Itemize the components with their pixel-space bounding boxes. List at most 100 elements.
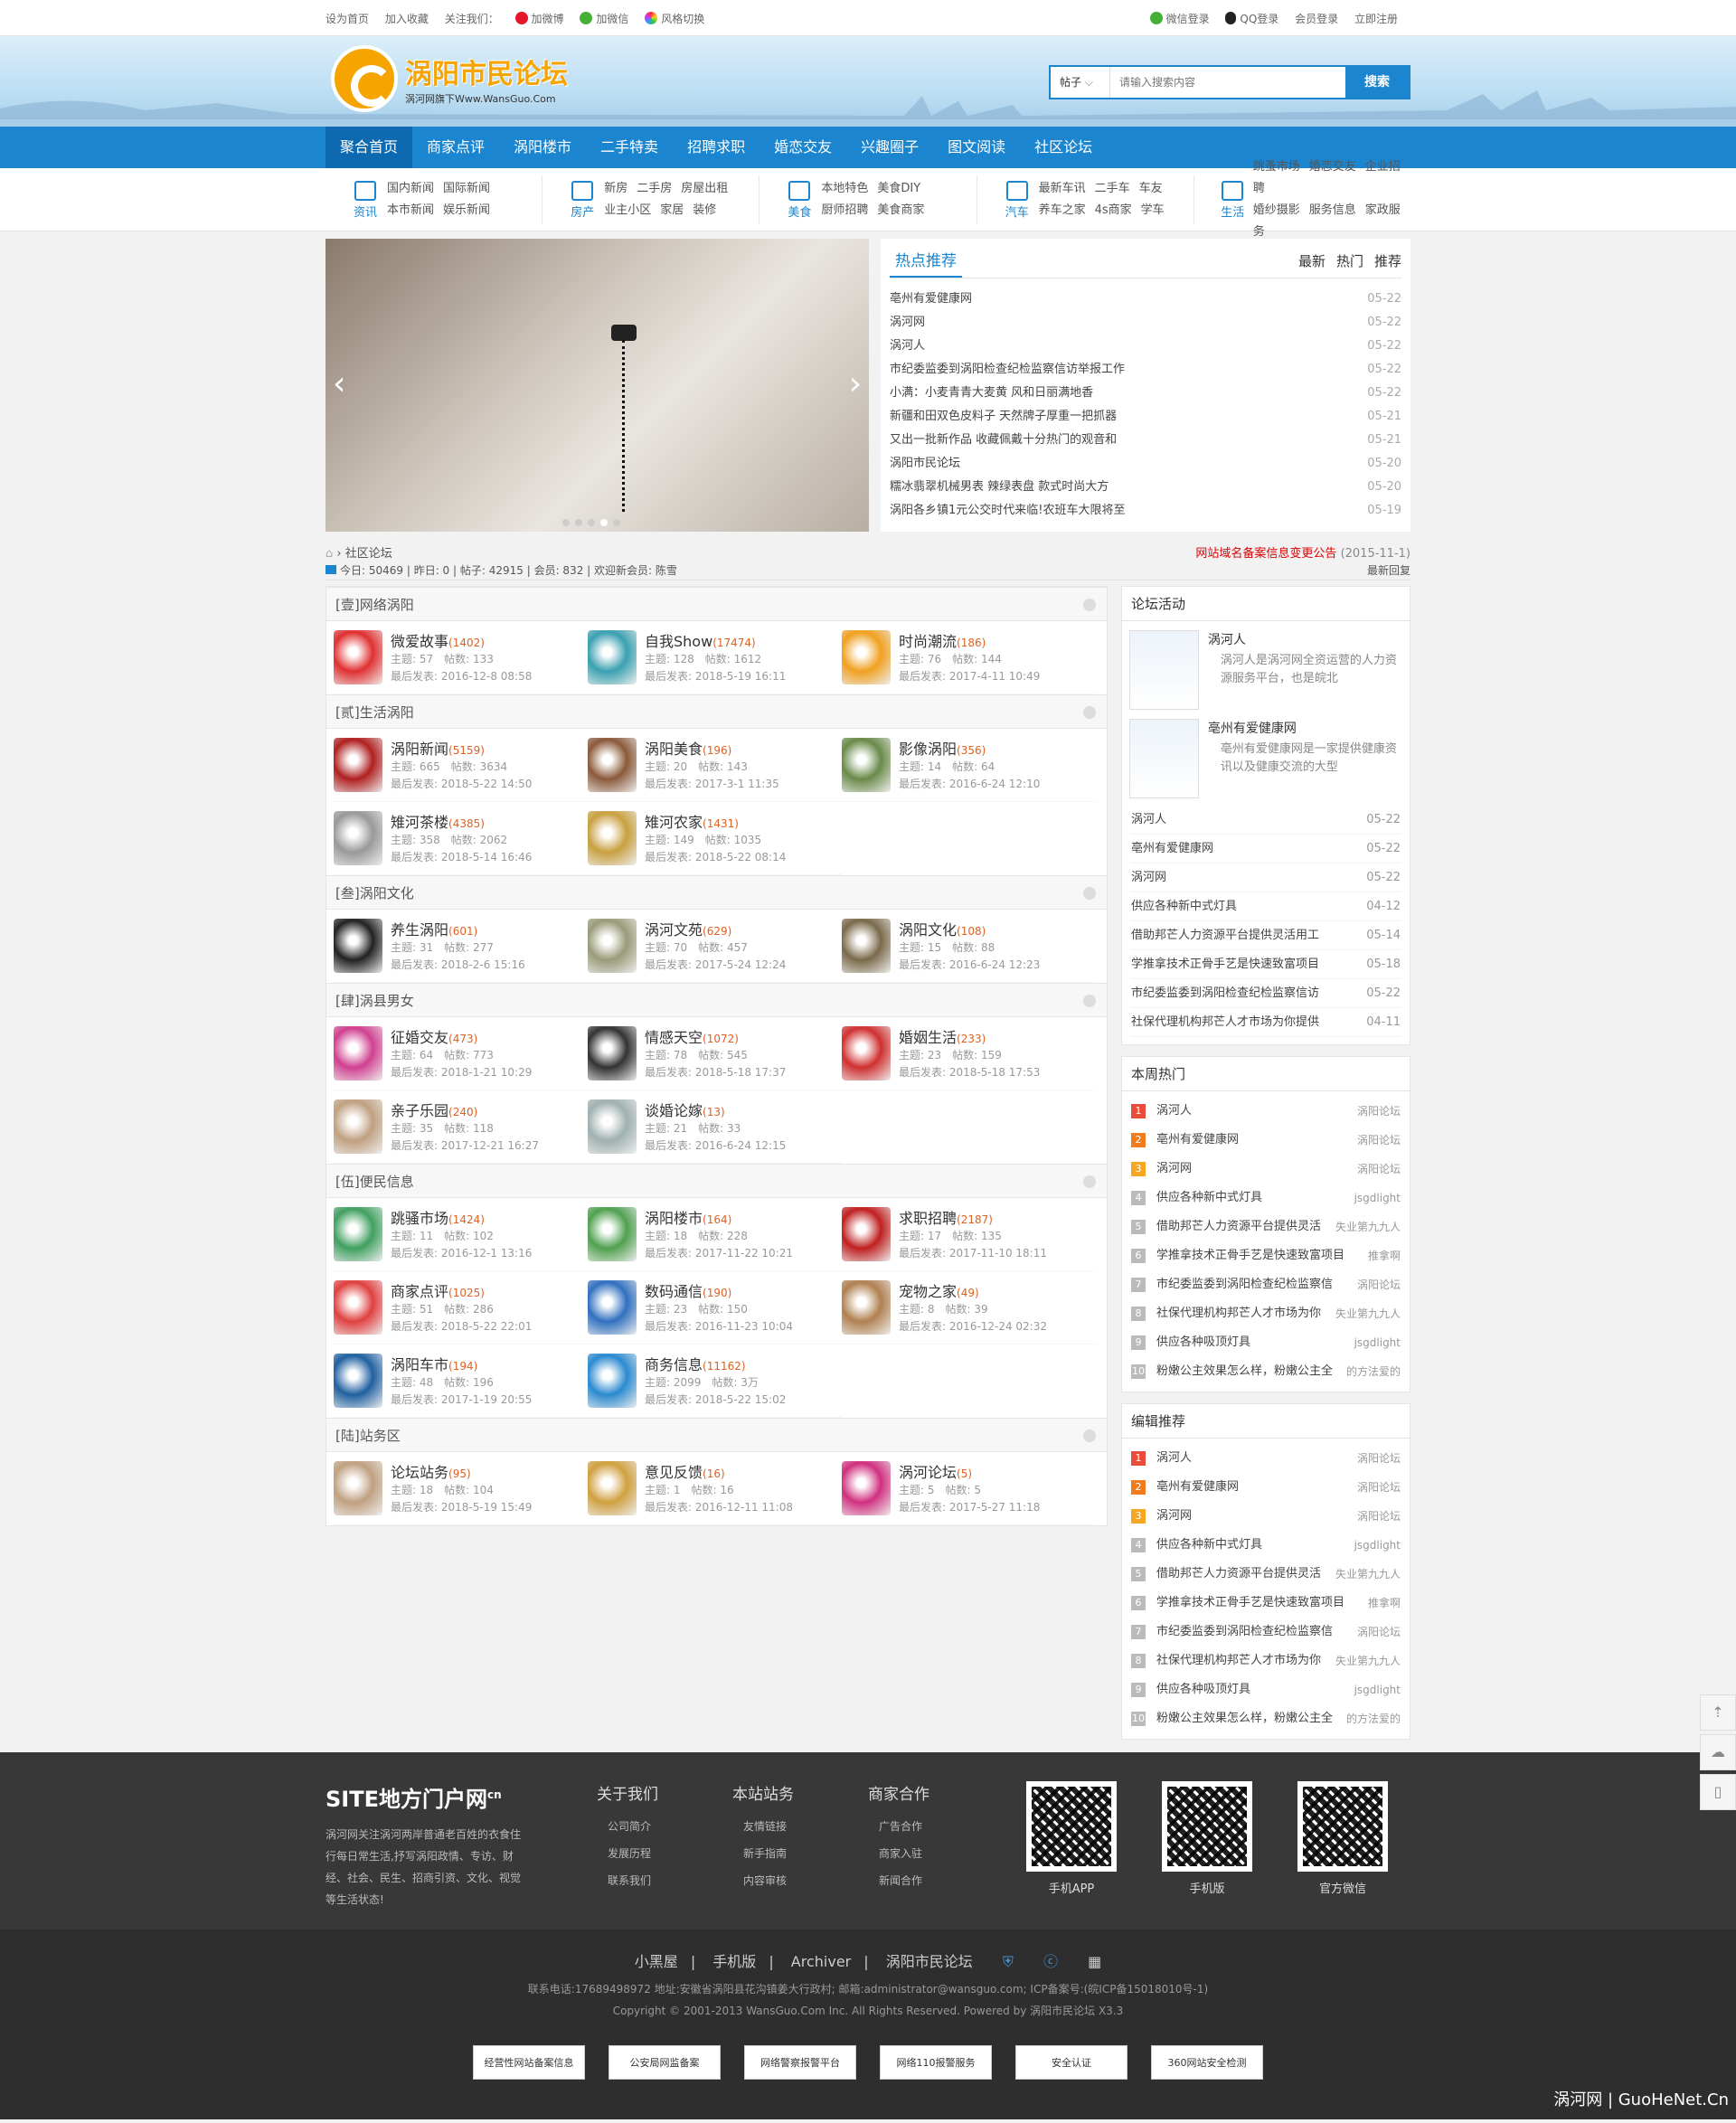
certification-badge[interactable]: 网络110报警服务 (880, 2045, 992, 2080)
forum-icon[interactable] (334, 919, 382, 973)
subnav-link[interactable]: 美食DIY (877, 182, 920, 195)
forum-icon[interactable] (334, 1026, 382, 1080)
category-header[interactable]: [肆]涡县男女 (326, 983, 1107, 1017)
subnav-link[interactable]: 业主小区 (604, 203, 651, 217)
rank-author[interactable]: jsgdlight (1354, 1184, 1401, 1212)
tab-hot[interactable]: 热门 (1336, 251, 1363, 278)
hot-item-title[interactable]: 糯冰翡翠机械男表 辣绿表盘 款式时尚大方 (890, 476, 1109, 499)
activity-list-item[interactable]: 亳州有爱健康网 05-22 (1131, 835, 1401, 863)
category-header[interactable]: [陆]站务区 (326, 1418, 1107, 1452)
forum-last-post[interactable]: 最后发表: 2018-5-19 16:11 (645, 668, 786, 685)
subnav-link[interactable]: 国际新闻 (443, 182, 490, 195)
rank-author[interactable]: jsgdlight (1354, 1531, 1401, 1560)
forum-name[interactable]: 涡阳新闻 (391, 741, 448, 758)
forum-item[interactable]: 征婚交友(473) 主题: 64 帖数: 773 最后发表: 2018-1-21 1… (334, 1017, 588, 1090)
activity-list-title[interactable]: 涡河人 (1131, 806, 1166, 834)
rank-author[interactable]: 涡阳论坛 (1357, 1270, 1401, 1299)
forum-icon[interactable] (588, 1099, 637, 1154)
hot-item-title[interactable]: 亳州有爱健康网 (890, 288, 972, 311)
bottom-link-mobile[interactable]: 手机版 (712, 1953, 756, 1970)
rank-title[interactable]: 涡河人 (1156, 1097, 1354, 1126)
rank-title[interactable]: 粉嫩公主效果怎么样，粉嫩公主全 (1156, 1704, 1343, 1733)
subnav-link[interactable]: 4s商家 (1095, 203, 1132, 217)
rank-title[interactable]: 涡河人 (1156, 1444, 1354, 1473)
forum-last-post[interactable]: 最后发表: 2018-5-22 22:01 (391, 1318, 532, 1335)
forum-name[interactable]: 求职招聘 (899, 1210, 957, 1227)
forum-icon[interactable] (842, 1461, 891, 1515)
forum-name[interactable]: 涡阳美食 (645, 741, 703, 758)
nav-item-home[interactable]: 聚合首页 (326, 127, 413, 168)
forum-name[interactable]: 涡河文苑 (645, 921, 703, 939)
forum-item[interactable]: 涡河论坛(5) 主题: 5 帖数: 5 最后发表: 2017-5-27 11:18 (842, 1452, 1096, 1525)
hot-list-item[interactable]: 糯冰翡翠机械男表 辣绿表盘 款式时尚大方 05-20 (890, 476, 1401, 499)
footer-link[interactable]: 新手指南 (732, 1840, 868, 1867)
forum-last-post[interactable]: 最后发表: 2017-12-21 16:27 (391, 1137, 539, 1155)
forum-last-post[interactable]: 最后发表: 2018-5-18 17:37 (645, 1064, 786, 1081)
footer-link[interactable]: 公司简介 (597, 1813, 732, 1840)
forum-icon[interactable] (334, 1099, 382, 1154)
forum-name[interactable]: 雉河农家 (645, 814, 703, 831)
forum-item[interactable]: 跳骚市场(1424) 主题: 11 帖数: 102 最后发表: 2016-12-1 … (334, 1198, 588, 1271)
subnav-link[interactable]: 本市新闻 (387, 203, 434, 217)
back-to-top-icon[interactable]: ⇡ (1700, 1694, 1736, 1731)
bottom-link-blacklist[interactable]: 小黑屋 (635, 1953, 678, 1970)
rank-title[interactable]: 供应各种吸顶灯具 (1156, 1328, 1351, 1357)
hot-list-item[interactable]: 又出一批新作品 收藏佩戴十分热门的观音和 05-21 (890, 429, 1401, 452)
rank-author[interactable]: 涡阳论坛 (1357, 1473, 1401, 1502)
forum-name[interactable]: 时尚潮流 (899, 633, 957, 650)
rank-item[interactable]: 8 社保代理机构邦芒人才市场为你 失业第九九人 (1131, 1299, 1401, 1328)
activity-list-item[interactable]: 涡河人 05-22 (1131, 806, 1401, 835)
forum-name[interactable]: 论坛站务 (391, 1464, 448, 1481)
forum-last-post[interactable]: 最后发表: 2017-5-27 11:18 (899, 1499, 1040, 1516)
certification-badge[interactable]: 经营性网站备案信息 (473, 2045, 585, 2080)
forum-item[interactable]: 雉河农家(1431) 主题: 149 帖数: 1035 最后发表: 2018-5-2… (588, 802, 842, 875)
rank-author[interactable]: jsgdlight (1354, 1328, 1401, 1357)
rank-title[interactable]: 粉嫩公主效果怎么样，粉嫩公主全 (1156, 1357, 1343, 1386)
register-link[interactable]: 立即注册 (1354, 13, 1398, 25)
hot-item-title[interactable]: 市纪委监委到涡阳检查纪检监察信访举报工作 (890, 358, 1125, 382)
forum-icon[interactable] (588, 630, 637, 684)
forum-name[interactable]: 跳骚市场 (391, 1210, 448, 1227)
bottom-link-forum[interactable]: 涡阳市民论坛 (886, 1953, 973, 1970)
forum-item[interactable]: 涡阳美食(196) 主题: 20 帖数: 143 最后发表: 2017-3-1 11… (588, 729, 842, 802)
activity-list-title[interactable]: 学推拿技术正骨手艺是快速致富项目 (1131, 950, 1319, 978)
rank-author[interactable]: 失业第九九人 (1335, 1560, 1401, 1589)
chat-icon[interactable]: ☁ (1700, 1734, 1736, 1770)
forum-name[interactable]: 养生涡阳 (391, 921, 448, 939)
site-logo[interactable]: 涡阳市民论坛 涡河网旗下Www.WansGuo.Com (331, 45, 568, 112)
rank-title[interactable]: 社保代理机构邦芒人才市场为你 (1156, 1299, 1332, 1328)
forum-icon[interactable] (588, 738, 637, 792)
search-type-select[interactable]: 帖子 ⌵ (1051, 67, 1110, 98)
rank-item[interactable]: 2 亳州有爱健康网 涡阳论坛 (1131, 1473, 1401, 1502)
subnav-link[interactable]: 本地特色 (821, 182, 868, 195)
rank-author[interactable]: 涡阳论坛 (1357, 1097, 1401, 1126)
rank-author[interactable]: 涡阳论坛 (1357, 1126, 1401, 1155)
subnav-link[interactable]: 最新车讯 (1039, 182, 1086, 195)
forum-last-post[interactable]: 最后发表: 2018-5-22 14:50 (391, 776, 532, 793)
subnav-link[interactable]: 跳蚤市场 (1253, 160, 1300, 174)
forum-icon[interactable] (842, 919, 891, 973)
category-header[interactable]: [伍]便民信息 (326, 1164, 1107, 1198)
subnav-link[interactable]: 新房 (604, 182, 627, 195)
mobile-icon[interactable]: ▯ (1700, 1774, 1736, 1810)
forum-name[interactable]: 征婚交友 (391, 1029, 448, 1046)
forum-icon[interactable] (588, 811, 637, 865)
qr-code-item[interactable]: 官方微信 (1275, 1781, 1410, 1911)
forum-last-post[interactable]: 最后发表: 2016-12-24 02:32 (899, 1318, 1047, 1335)
member-login-link[interactable]: 会员登录 (1295, 13, 1338, 25)
footer-link[interactable]: 新闻合作 (868, 1867, 1004, 1894)
qr-code-item[interactable]: 手机APP (1004, 1781, 1139, 1911)
forum-icon[interactable] (588, 1280, 637, 1335)
wechat-link[interactable]: 加微信 (580, 11, 628, 25)
rank-item[interactable]: 6 学推拿技术正骨手艺是快速致富项目 推拿啊 (1131, 1589, 1401, 1618)
slider-dot[interactable] (613, 519, 620, 526)
rank-author[interactable]: jsgdlight (1354, 1675, 1401, 1704)
forum-item[interactable]: 情感天空(1072) 主题: 78 帖数: 545 最后发表: 2018-5-18 … (588, 1017, 842, 1090)
forum-item[interactable]: 亲子乐园(240) 主题: 35 帖数: 118 最后发表: 2017-12-21 … (334, 1090, 588, 1164)
rank-item[interactable]: 1 涡河人 涡阳论坛 (1131, 1097, 1401, 1126)
footer-link[interactable]: 内容审核 (732, 1867, 868, 1894)
forum-item[interactable]: 雉河茶楼(4385) 主题: 358 帖数: 2062 最后发表: 2018-5-1… (334, 802, 588, 875)
search-button[interactable]: 搜索 (1345, 67, 1409, 98)
forum-item[interactable]: 涡河文苑(629) 主题: 70 帖数: 457 最后发表: 2017-5-24 1… (588, 910, 842, 983)
forum-last-post[interactable]: 最后发表: 2016-6-24 12:23 (899, 957, 1040, 974)
